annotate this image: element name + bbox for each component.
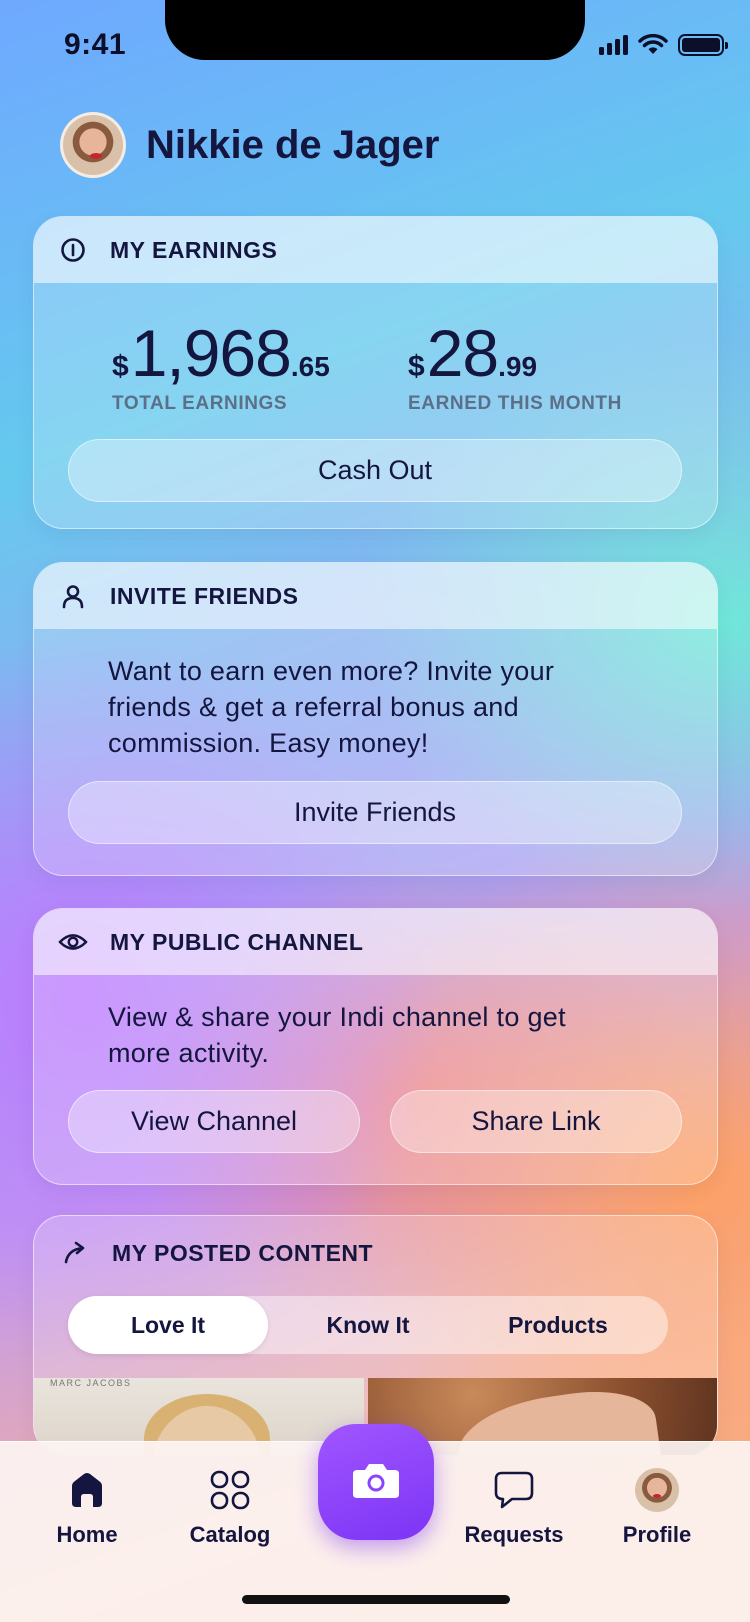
content-tabs: Love It Know It Products (68, 1296, 668, 1354)
chat-bubble-icon (492, 1468, 536, 1512)
device-notch (165, 0, 585, 60)
invite-description: Want to earn even more? Invite your frie… (108, 656, 555, 758)
channel-title: MY PUBLIC CHANNEL (110, 928, 364, 955)
share-link-button[interactable]: Share Link (390, 1090, 682, 1153)
person-icon (58, 581, 88, 611)
total-earnings-whole: 1,968 (130, 316, 292, 390)
currency-symbol: $ (112, 350, 129, 383)
nav-catalog[interactable]: Catalog (170, 1468, 290, 1548)
battery-icon (678, 34, 728, 56)
nav-label-home: Home (56, 1522, 118, 1547)
share-arrow-icon (60, 1238, 90, 1268)
bottom-nav: Home Catalog Requests Profile (0, 1424, 750, 1622)
posted-title: MY POSTED CONTENT (112, 1239, 374, 1266)
home-icon (65, 1468, 109, 1512)
total-earnings-cents: .65 (290, 351, 330, 382)
view-channel-button[interactable]: View Channel (68, 1090, 360, 1153)
grid-icon (208, 1468, 252, 1512)
user-name: Nikkie de Jager (146, 122, 440, 167)
nav-requests[interactable]: Requests (454, 1468, 574, 1548)
month-earnings-cents: .99 (498, 351, 538, 382)
earnings-title: MY EARNINGS (110, 236, 278, 263)
invite-card-header: INVITE FRIENDS (34, 563, 717, 629)
earnings-card: MY EARNINGS $ 1,968 .65 TOTAL EARNINGS $… (33, 216, 718, 529)
cash-out-button[interactable]: Cash Out (68, 439, 682, 502)
month-earnings-label: EARNED THIS MONTH (408, 393, 622, 414)
invite-friends-button[interactable]: Invite Friends (68, 781, 682, 844)
status-time: 9:41 (64, 28, 127, 61)
nav-home[interactable]: Home (27, 1468, 147, 1548)
avatar[interactable] (60, 112, 126, 178)
total-earnings-label: TOTAL EARNINGS (112, 393, 288, 414)
month-earnings-whole: 28 (426, 316, 499, 390)
wifi-icon (638, 34, 668, 54)
tab-products[interactable]: Products (458, 1296, 658, 1354)
cellular-signal-icon (599, 35, 628, 55)
nav-profile[interactable]: Profile (597, 1468, 717, 1548)
info-icon (58, 235, 88, 265)
nav-label-catalog: Catalog (189, 1522, 271, 1547)
eye-icon (58, 927, 88, 957)
nav-label-profile: Profile (622, 1522, 692, 1547)
tab-know-it[interactable]: Know It (268, 1296, 468, 1354)
earnings-card-header: MY EARNINGS (34, 217, 717, 283)
invite-friends-card: INVITE FRIENDS Want to earn even more? I… (33, 562, 718, 876)
month-earnings-amount: $ 28 .99 (408, 315, 537, 391)
channel-card-header: MY PUBLIC CHANNEL (34, 909, 717, 975)
camera-icon (351, 1460, 401, 1505)
status-bar: 9:41 (0, 0, 750, 90)
tab-love-it[interactable]: Love It (68, 1296, 268, 1354)
currency-symbol: $ (408, 350, 425, 383)
camera-button[interactable] (318, 1424, 434, 1540)
invite-title: INVITE FRIENDS (110, 582, 299, 609)
posted-content-card: MY POSTED CONTENT Love It Know It Produc… (33, 1215, 718, 1455)
status-icons (599, 34, 728, 56)
home-indicator (242, 1595, 510, 1604)
total-earnings-amount: $ 1,968 .65 (112, 315, 330, 391)
user-header: Nikkie de Jager (60, 112, 440, 178)
nav-label-requests: Requests (464, 1522, 564, 1547)
channel-description: View & share your Indi channel to get mo… (108, 1002, 566, 1068)
posted-card-header: MY POSTED CONTENT (34, 1216, 717, 1290)
thumbnail-brand-text: MARC JACOBS (50, 1378, 132, 1388)
public-channel-card: MY PUBLIC CHANNEL View & share your Indi… (33, 908, 718, 1185)
profile-avatar (635, 1468, 679, 1512)
